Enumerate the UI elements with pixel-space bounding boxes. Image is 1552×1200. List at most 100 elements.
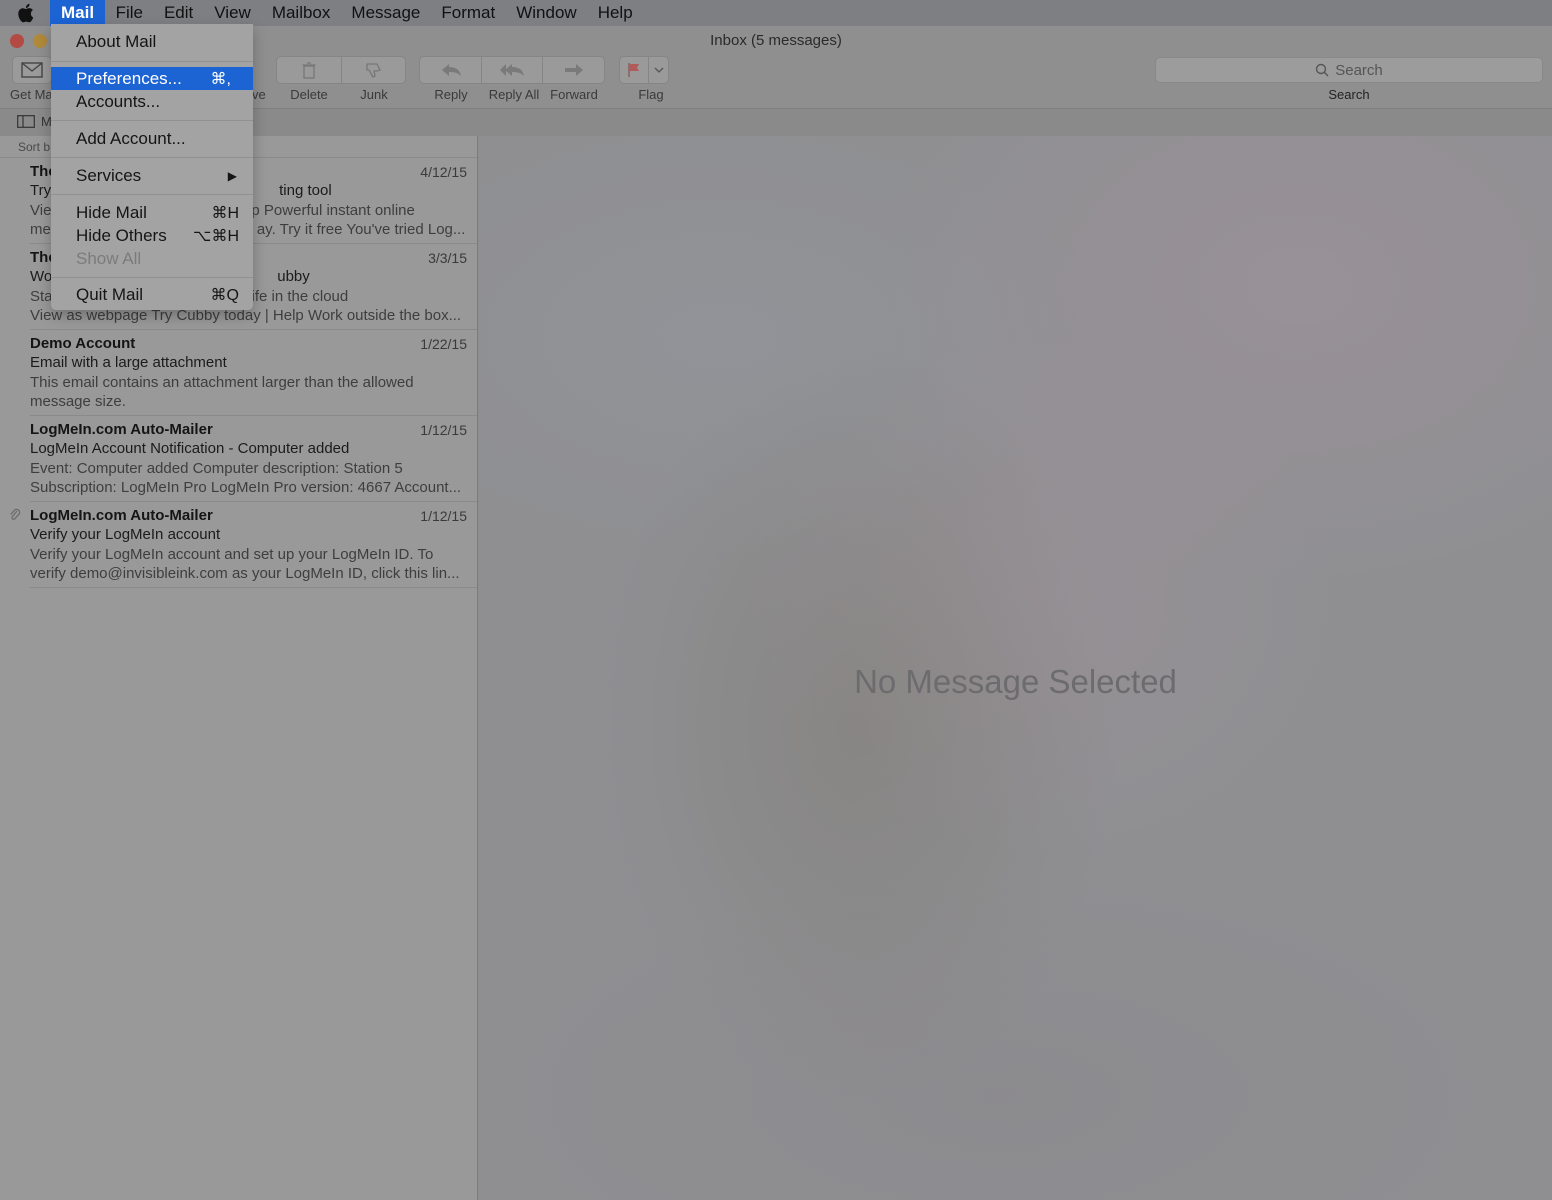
menu-item-accounts[interactable]: Accounts...	[51, 90, 253, 113]
message-subject: Email with a large attachment	[30, 354, 227, 371]
search-icon	[1316, 63, 1329, 77]
mail-menu-dropdown: About Mail Preferences... ⌘, Accounts... …	[51, 24, 253, 310]
no-message-selected: No Message Selected	[854, 663, 1177, 700]
menu-file[interactable]: File	[105, 0, 153, 26]
menu-item-label: Services	[76, 165, 142, 185]
junk-button[interactable]	[342, 56, 406, 84]
reply-all-button[interactable]	[482, 56, 543, 84]
paperclip-icon	[10, 508, 21, 520]
junk-label: Junk	[360, 87, 388, 102]
sidebar-icon	[17, 115, 35, 128]
delete-label: Delete	[290, 87, 328, 102]
message-sender: Demo Account	[30, 335, 136, 352]
message-row[interactable]: LogMeIn.com Auto-Mailer 1/12/15 LogMeIn …	[30, 416, 477, 502]
search-label: Search	[1328, 87, 1370, 102]
menu-mail[interactable]: Mail	[50, 0, 106, 26]
menu-view[interactable]: View	[204, 0, 262, 26]
flag-menu-button[interactable]	[649, 56, 669, 84]
preview-line-1-end: p Powerful instant online	[251, 202, 415, 219]
message-row[interactable]: LogMeIn.com Auto-Mailer 1/12/15 Verify y…	[10, 502, 477, 588]
message-preview: Verify your LogMeIn account and set up y…	[30, 546, 460, 582]
preview-line-2-start: me	[30, 221, 51, 238]
menu-item-label: Add Account...	[76, 128, 186, 148]
message-preview: This email contains an attachment larger…	[30, 374, 414, 410]
reply-button[interactable]	[419, 56, 482, 84]
menu-edit[interactable]: Edit	[153, 0, 203, 26]
message-row[interactable]: Demo Account 1/22/15 Email with a large …	[30, 330, 477, 416]
menu-item-about-mail[interactable]: About Mail	[51, 30, 253, 53]
preview-line-2-end: ay. Try it free You've tried Log...	[256, 221, 466, 238]
subject-end: ubby	[277, 268, 310, 285]
message-preview: Event: Computer added Computer descripti…	[30, 460, 462, 496]
forward-button[interactable]	[543, 56, 605, 84]
search-input[interactable]: Search	[1155, 57, 1543, 83]
menu-shortcut: ⌘,	[210, 70, 231, 88]
menu-item-preferences[interactable]: Preferences... ⌘,	[51, 67, 253, 90]
forward-arrow-icon	[564, 64, 583, 76]
envelope-icon	[21, 62, 43, 78]
menu-help[interactable]: Help	[587, 0, 643, 26]
menu-format[interactable]: Format	[431, 0, 506, 26]
subject-end: ting tool	[279, 182, 332, 199]
message-date: 1/12/15	[420, 508, 467, 524]
menu-item-add-account[interactable]: Add Account...	[51, 127, 253, 150]
menu-bar: Mail File Edit View Mailbox Message Form…	[0, 0, 1552, 26]
flag-icon	[628, 63, 639, 77]
menu-window[interactable]: Window	[506, 0, 587, 26]
reading-pane: No Message Selected	[479, 136, 1552, 1200]
menu-separator	[51, 194, 253, 195]
delete-junk-group	[276, 56, 406, 84]
reply-all-label: Reply All	[488, 87, 540, 102]
preview-line-1-start: Sta	[30, 288, 53, 305]
menu-item-label: Accounts...	[76, 91, 161, 111]
preview-line-1-start: Vie	[30, 202, 52, 219]
reply-all-icon	[500, 64, 524, 76]
menu-shortcut: ⌥⌘H	[193, 227, 239, 245]
menu-separator	[51, 61, 253, 62]
search-placeholder: Search	[1335, 61, 1383, 79]
get-mail-label: Get Ma	[10, 87, 53, 102]
chevron-down-icon	[654, 67, 663, 73]
flag-label: Flag	[638, 87, 664, 102]
menu-mailbox[interactable]: Mailbox	[261, 0, 341, 26]
submenu-arrow-icon: ▶	[227, 168, 237, 183]
menu-item-label: About Mail	[76, 31, 157, 51]
menu-separator	[51, 277, 253, 278]
menu-item-label: Hide Others	[76, 225, 167, 245]
flag-group	[619, 56, 669, 84]
message-sender: LogMeIn.com Auto-Mailer	[30, 507, 213, 524]
menu-item-label: Preferences...	[76, 68, 182, 88]
menu-item-label: Show All	[76, 248, 142, 268]
menu-item-label: Hide Mail	[76, 202, 147, 222]
reply-group	[419, 56, 605, 84]
message-sender: LogMeIn.com Auto-Mailer	[30, 421, 213, 438]
trash-icon	[302, 61, 316, 79]
thumbs-down-icon	[365, 63, 381, 78]
menu-item-hide-others[interactable]: Hide Others ⌥⌘H	[51, 224, 253, 247]
flag-button[interactable]	[619, 56, 649, 84]
forward-label: Forward	[550, 87, 598, 102]
message-subject: LogMeIn Account Notification - Computer …	[30, 440, 350, 457]
apple-icon	[17, 3, 33, 23]
subject-start: Wo	[30, 268, 53, 285]
reply-icon	[441, 64, 461, 76]
delete-button[interactable]	[276, 56, 342, 84]
menu-shortcut: ⌘H	[211, 204, 239, 222]
menu-separator	[51, 157, 253, 158]
message-subject: Verify your LogMeIn account	[30, 526, 221, 543]
preview-line-1-end: ife in the cloud	[251, 288, 349, 305]
apple-menu[interactable]	[0, 0, 50, 26]
message-date: 1/22/15	[420, 336, 467, 352]
menu-separator	[51, 120, 253, 121]
menu-item-services[interactable]: Services ▶	[51, 164, 253, 187]
reply-label: Reply	[434, 87, 468, 102]
menu-item-label: Quit Mail	[76, 284, 144, 304]
message-date: 3/3/15	[428, 250, 467, 266]
menu-shortcut: ⌘Q	[210, 286, 239, 304]
get-mail-button[interactable]	[12, 56, 52, 84]
mailboxes-button[interactable]: M	[17, 114, 52, 129]
menu-item-hide-mail[interactable]: Hide Mail ⌘H	[51, 201, 253, 224]
menu-message[interactable]: Message	[341, 0, 431, 26]
menu-item-quit-mail[interactable]: Quit Mail ⌘Q	[51, 283, 253, 306]
message-date: 1/12/15	[420, 422, 467, 438]
